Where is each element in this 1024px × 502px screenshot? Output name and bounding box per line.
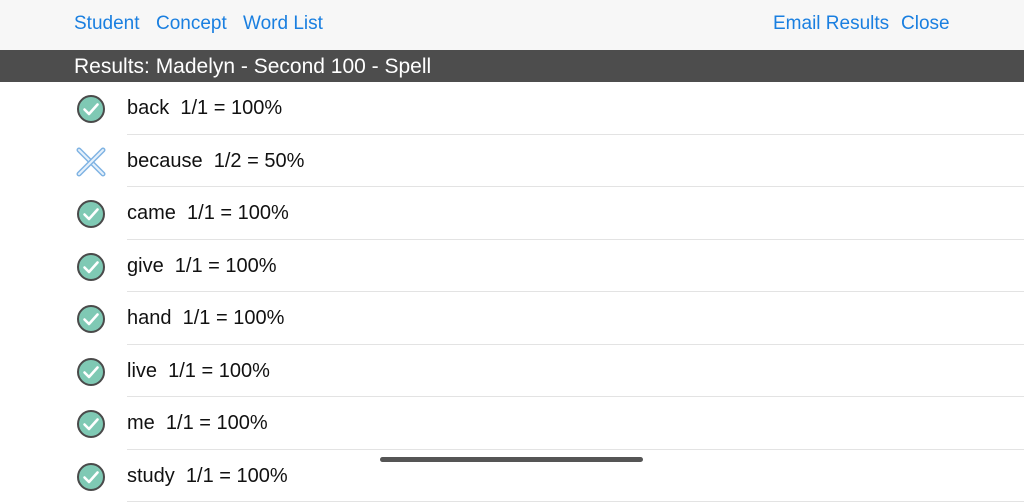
x-mark-icon — [76, 147, 106, 177]
result-row[interactable]: live 1/1 = 100% — [0, 345, 1024, 398]
nav-bar: Student Concept Word List Email Results … — [0, 0, 1024, 50]
check-circle-icon — [76, 462, 106, 492]
result-row[interactable]: back 1/1 = 100% — [0, 82, 1024, 135]
home-indicator[interactable] — [380, 457, 643, 462]
check-circle-icon — [76, 409, 106, 439]
check-circle-icon — [76, 252, 106, 282]
check-circle-icon — [76, 304, 106, 334]
result-row[interactable]: give 1/1 = 100% — [0, 240, 1024, 293]
student-button[interactable]: Student — [74, 13, 140, 35]
check-circle-icon — [76, 199, 106, 229]
check-circle-icon — [76, 357, 106, 387]
result-text: live 1/1 = 100% — [127, 360, 270, 383]
concept-button[interactable]: Concept — [156, 13, 227, 35]
results-list[interactable]: back 1/1 = 100% because 1/2 = 50% came 1/1… — [0, 82, 1024, 502]
result-text: because 1/2 = 50% — [127, 150, 304, 173]
result-text: study 1/1 = 100% — [127, 465, 288, 488]
result-text: hand 1/1 = 100% — [127, 307, 284, 330]
check-circle-icon — [76, 94, 106, 124]
result-row[interactable]: because 1/2 = 50% — [0, 135, 1024, 188]
result-text: give 1/1 = 100% — [127, 255, 277, 278]
email-results-button[interactable]: Email Results — [773, 13, 889, 35]
result-row[interactable]: hand 1/1 = 100% — [0, 292, 1024, 345]
results-header: Results: Madelyn - Second 100 - Spell — [0, 50, 1024, 82]
result-text: back 1/1 = 100% — [127, 97, 282, 120]
close-button[interactable]: Close — [901, 13, 950, 35]
result-text: came 1/1 = 100% — [127, 202, 289, 225]
result-text: me 1/1 = 100% — [127, 412, 268, 435]
result-row[interactable]: me 1/1 = 100% — [0, 397, 1024, 450]
word-list-button[interactable]: Word List — [243, 13, 323, 35]
result-row[interactable]: came 1/1 = 100% — [0, 187, 1024, 240]
results-title: Results: Madelyn - Second 100 - Spell — [74, 55, 431, 79]
